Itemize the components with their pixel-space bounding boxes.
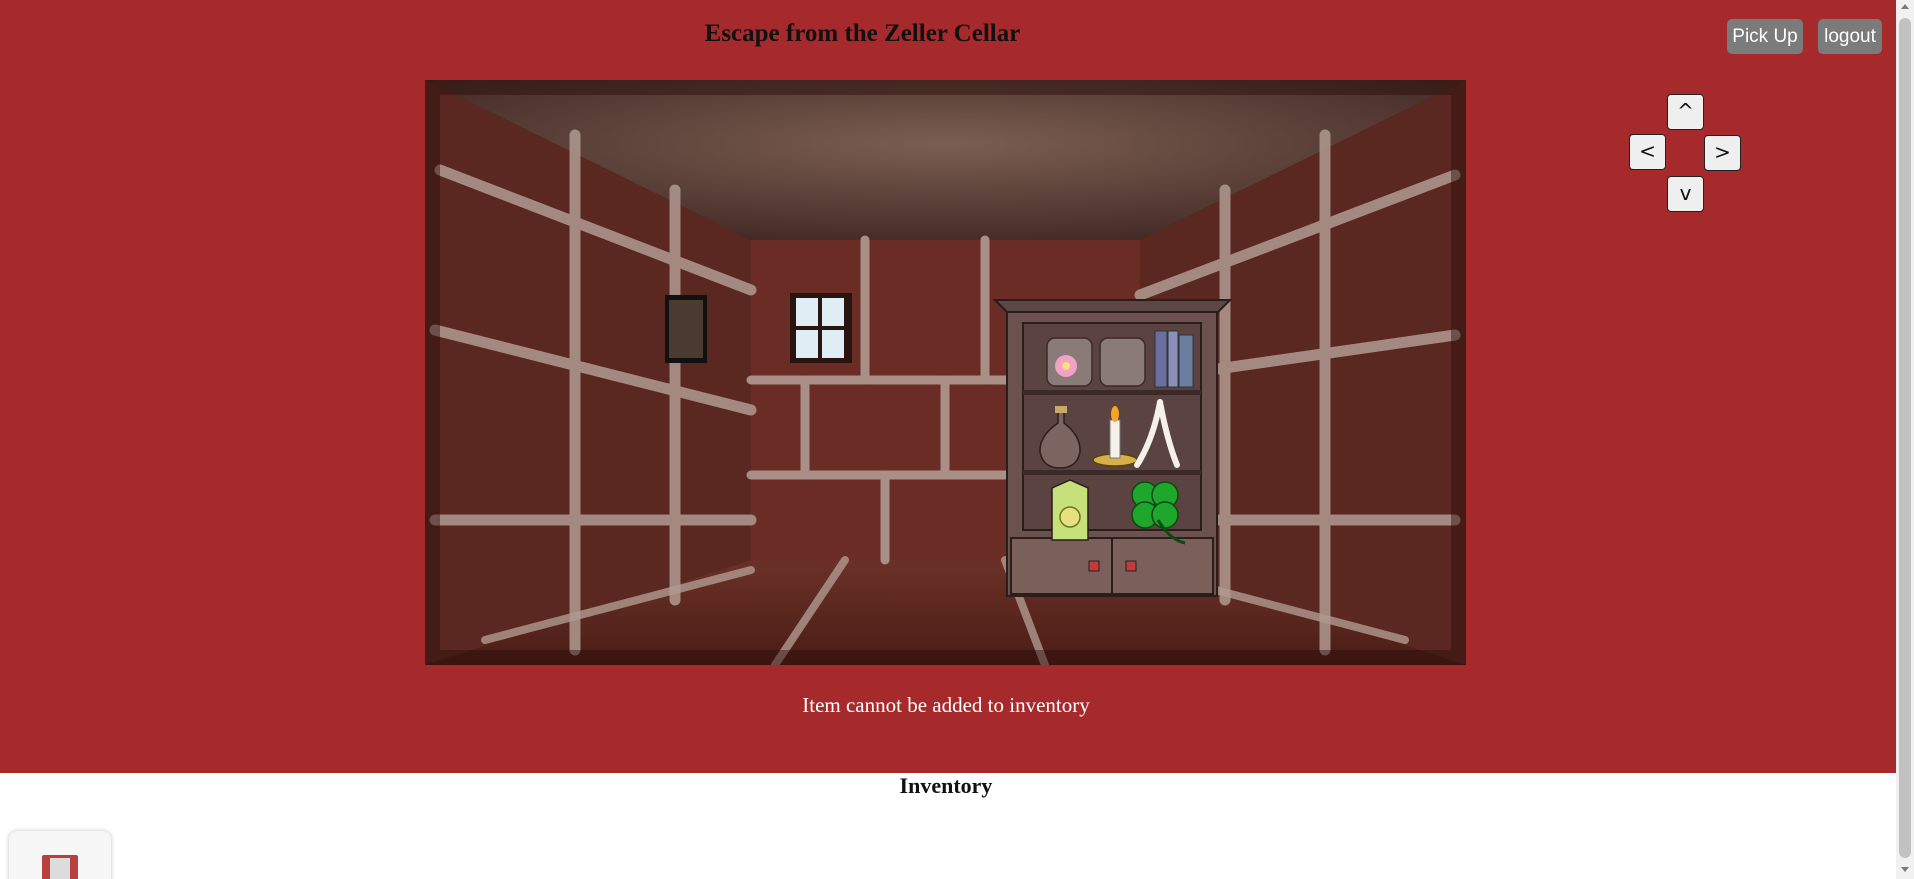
status-message: Item cannot be added to inventory	[802, 693, 1090, 717]
page-title: Escape from the Zeller Cellar	[704, 20, 1021, 47]
move-right-button[interactable]: >	[1704, 135, 1741, 171]
room-scene[interactable]	[425, 80, 1466, 665]
scroll-down-icon[interactable]	[1901, 867, 1909, 872]
game-area: Escape from the Zeller Cellar Pick Up lo…	[0, 0, 1896, 773]
scroll-thumb[interactable]	[1899, 18, 1911, 858]
inventory-title: Inventory	[899, 773, 993, 798]
move-up-button[interactable]: ^	[1667, 94, 1704, 130]
scroll-up-icon[interactable]	[1901, 4, 1909, 9]
move-left-button[interactable]: <	[1629, 134, 1666, 170]
vertical-scrollbar[interactable]	[1896, 0, 1914, 879]
pick-up-button[interactable]: Pick Up	[1727, 19, 1803, 54]
logout-button[interactable]: logout	[1818, 19, 1882, 54]
book-icon	[42, 855, 78, 879]
cabinet[interactable]	[992, 299, 1233, 597]
inventory-slot[interactable]	[9, 831, 111, 879]
move-down-button[interactable]: v	[1667, 176, 1704, 212]
